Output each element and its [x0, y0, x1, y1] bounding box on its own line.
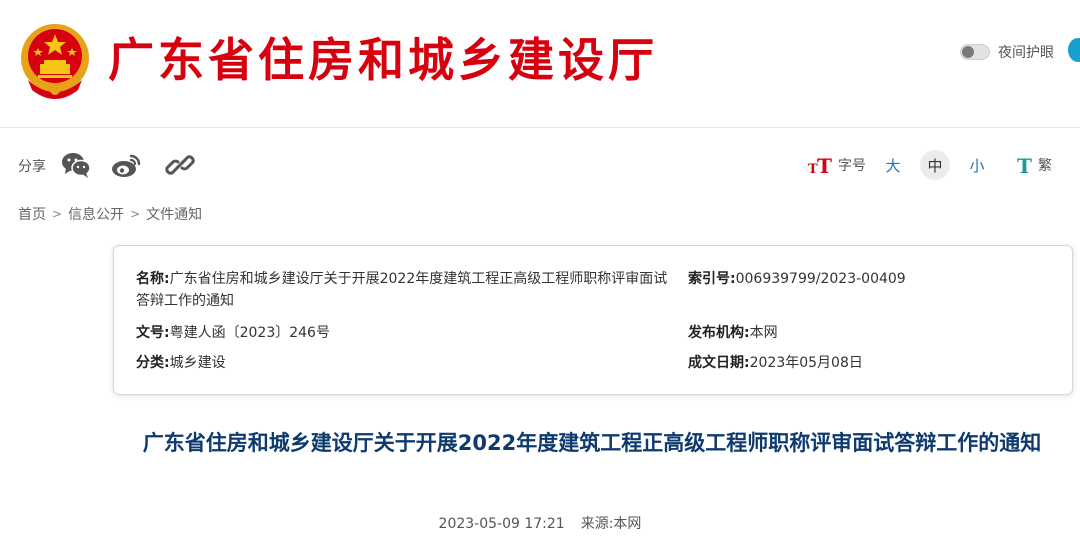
- share-label: 分享: [18, 159, 46, 175]
- font-size-control: T T 字号 大 中 小: [808, 150, 992, 180]
- info-name-key: 名称:: [136, 271, 170, 287]
- info-index-value: 006939799/2023-00409: [735, 271, 906, 287]
- info-name-value: 广东省住房和城乡建设厅关于开展2022年度建筑工程正高级工程师职称评审面试答辩工…: [136, 271, 668, 309]
- font-size-small-button[interactable]: 小: [962, 150, 992, 180]
- article-source: 来源:本网: [580, 516, 642, 532]
- info-org-key: 发布机构:: [688, 325, 750, 341]
- info-category-key: 分类:: [136, 355, 170, 371]
- national-emblem-icon[interactable]: [18, 20, 92, 100]
- font-size-icon: T T: [808, 154, 832, 176]
- toolbar: 分享 T T 字号 大 中 小 T 繁: [0, 140, 1080, 190]
- breadcrumb-file-notice[interactable]: 文件通知: [146, 204, 202, 224]
- info-category-value: 城乡建设: [169, 355, 226, 371]
- breadcrumb: 首页 > 信息公开 > 文件通知: [18, 204, 202, 224]
- font-size-medium-button[interactable]: 中: [920, 150, 950, 180]
- info-date-value: 2023年05月08日: [749, 355, 863, 371]
- link-icon[interactable]: [164, 150, 196, 180]
- info-category-row: 分类:城乡建设: [136, 352, 226, 374]
- info-docno-row: 文号:粤建人函〔2023〕246号: [136, 322, 330, 344]
- chevron-right-icon: >: [52, 207, 63, 221]
- info-index-key: 索引号:: [688, 271, 736, 287]
- info-index-row: 索引号:006939799/2023-00409: [688, 268, 906, 290]
- info-docno-key: 文号:: [136, 325, 170, 341]
- svg-text:T: T: [817, 154, 832, 176]
- info-date-row: 成文日期:2023年05月08日: [688, 352, 863, 374]
- side-float-icon[interactable]: [1068, 38, 1080, 62]
- traditional-label: 繁: [1038, 158, 1052, 174]
- site-title[interactable]: 广东省住房和城乡建设厅: [108, 30, 658, 90]
- night-mode-toggle[interactable]: 夜间护眼: [960, 42, 1054, 62]
- weibo-icon[interactable]: [110, 150, 142, 180]
- breadcrumb-home[interactable]: 首页: [18, 204, 46, 224]
- info-date-key: 成文日期:: [688, 355, 750, 371]
- wechat-icon[interactable]: [60, 150, 92, 180]
- document-info-box: 名称:广东省住房和城乡建设厅关于开展2022年度建筑工程正高级工程师职称评审面试…: [113, 245, 1073, 395]
- font-size-large-button[interactable]: 大: [878, 150, 908, 180]
- toggle-knob: [962, 46, 974, 58]
- article-title: 广东省住房和城乡建设厅关于开展2022年度建筑工程正高级工程师职称评审面试答辩工…: [142, 431, 1042, 455]
- info-docno-value: 粤建人函〔2023〕246号: [169, 325, 330, 341]
- breadcrumb-info-disclosure[interactable]: 信息公开: [68, 204, 124, 224]
- info-name-row: 名称:广东省住房和城乡建设厅关于开展2022年度建筑工程正高级工程师职称评审面试…: [136, 268, 676, 312]
- site-header: 广东省住房和城乡建设厅 夜间护眼: [0, 0, 1080, 128]
- font-size-label: 字号: [838, 158, 866, 174]
- chevron-right-icon: >: [130, 207, 141, 221]
- svg-text:T: T: [1017, 154, 1032, 176]
- article-date: 2023-05-09 17:21: [438, 516, 565, 532]
- toggle-switch[interactable]: [960, 44, 990, 60]
- traditional-chinese-button[interactable]: T 繁: [1016, 150, 1052, 180]
- traditional-icon: T: [1017, 154, 1032, 176]
- info-org-row: 发布机构:本网: [688, 322, 778, 344]
- article-meta: 2023-05-09 17:21 来源:本网: [0, 513, 1080, 533]
- info-org-value: 本网: [749, 325, 778, 341]
- night-mode-label: 夜间护眼: [998, 45, 1054, 61]
